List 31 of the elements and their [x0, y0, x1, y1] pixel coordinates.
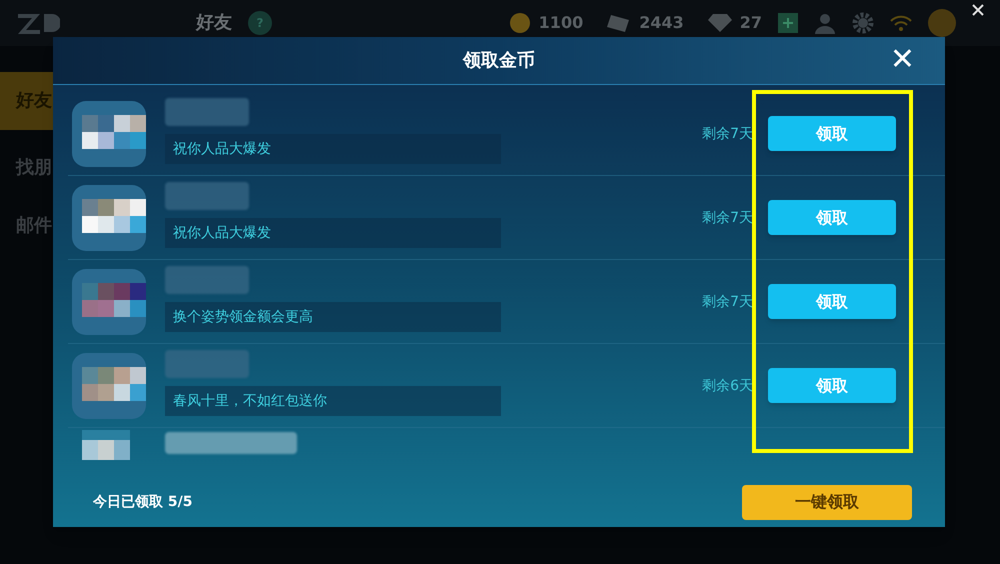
- message-box: 祝你人品大爆发: [165, 134, 501, 164]
- days-remaining: 剩余7天: [702, 292, 753, 312]
- add-button[interactable]: [778, 13, 798, 33]
- message-box: 换个姿势领金额会更高: [165, 302, 501, 332]
- close-icon[interactable]: [972, 4, 984, 16]
- settings-icon[interactable]: [852, 12, 874, 34]
- claimed-count: 今日已领取 5/5: [93, 493, 192, 512]
- days-remaining: 剩余7天: [702, 124, 753, 144]
- dialog-title: 领取金币: [463, 48, 535, 72]
- person-icon[interactable]: [814, 12, 836, 34]
- claim-button[interactable]: 领取: [768, 284, 896, 319]
- message-box: 春风十里，不如红包送你: [165, 386, 501, 416]
- claim-button[interactable]: 领取: [768, 368, 896, 403]
- card-icon: [607, 13, 632, 33]
- claim-all-button[interactable]: 一键领取: [742, 484, 912, 520]
- gem-icon: [708, 13, 732, 33]
- wifi-icon: [890, 15, 912, 31]
- currency-amount: 1100: [538, 12, 584, 34]
- days-remaining: 剩余7天: [702, 208, 753, 228]
- close-button[interactable]: ✕: [890, 45, 915, 75]
- currency-amount: 27: [740, 12, 762, 34]
- page-title: 好友: [196, 11, 232, 35]
- days-remaining: 剩余6天: [702, 376, 753, 396]
- help-button[interactable]: ?: [248, 11, 272, 35]
- claim-button[interactable]: 领取: [768, 200, 896, 235]
- claim-button[interactable]: 领取: [768, 116, 896, 151]
- plus-icon: [783, 18, 793, 28]
- coin-icon: [508, 12, 531, 34]
- avatar-icon[interactable]: [928, 9, 956, 37]
- message-box: 祝你人品大爆发: [165, 218, 501, 248]
- currency-amount: 2443: [639, 12, 684, 34]
